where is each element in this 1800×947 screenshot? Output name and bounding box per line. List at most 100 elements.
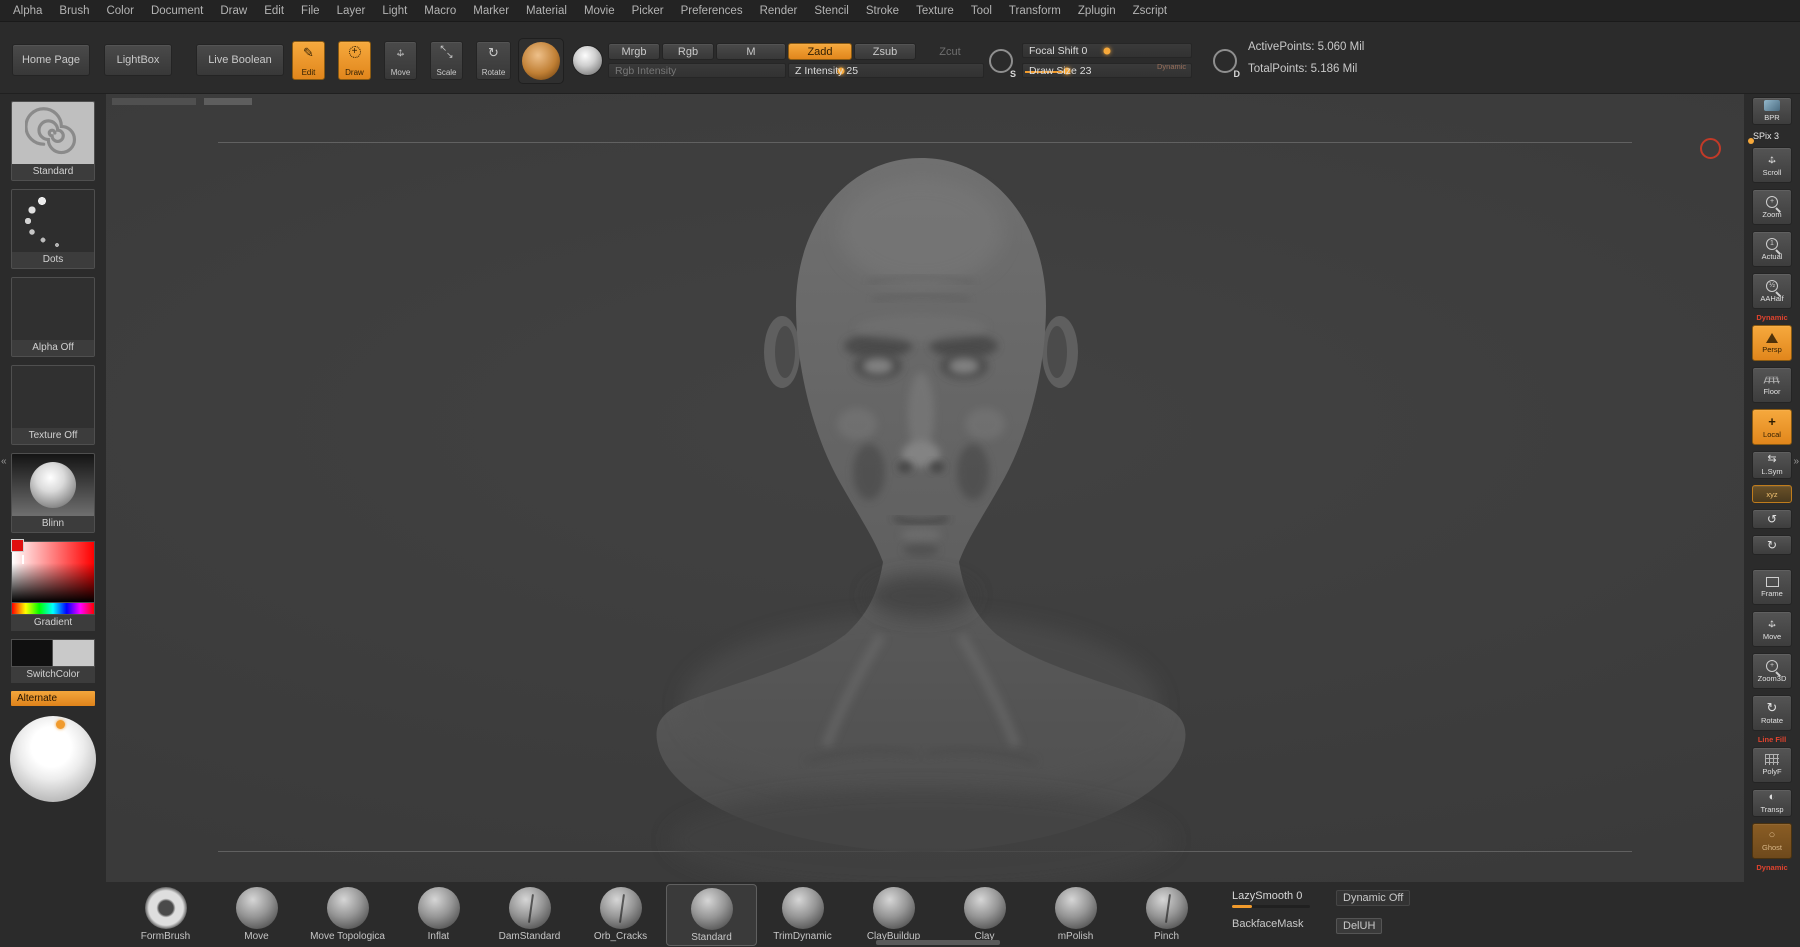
current-material-slot[interactable]: Blinn: [11, 453, 95, 533]
menu-item-material[interactable]: Material: [526, 5, 567, 17]
ghost-transparency-toggle[interactable]: Ghost: [1752, 823, 1792, 859]
menu-item-marker[interactable]: Marker: [473, 5, 509, 17]
tray-scrollbar[interactable]: [876, 940, 1000, 945]
brush-inflat[interactable]: Inflat: [393, 887, 484, 942]
rgb-button[interactable]: Rgb: [662, 43, 714, 60]
left-panel-toggle[interactable]: [1, 456, 7, 467]
scale-gizmo-button[interactable]: Scale: [430, 41, 463, 80]
current-stroke-slot[interactable]: Dots: [11, 189, 95, 269]
perspective-toggle[interactable]: Persp: [1752, 325, 1792, 361]
spin-right-button[interactable]: [1752, 535, 1792, 555]
secondary-color-swatch[interactable]: [53, 639, 95, 667]
brush-trimdynamic[interactable]: TrimDynamic: [757, 887, 848, 942]
menu-item-render[interactable]: Render: [760, 5, 798, 17]
move-gizmo-button[interactable]: Move: [384, 41, 417, 80]
brush-move[interactable]: Move: [211, 887, 302, 942]
home-page-button[interactable]: Home Page: [12, 44, 90, 76]
menu-item-movie[interactable]: Movie: [584, 5, 615, 17]
brush-move-topological[interactable]: Move Topologica: [302, 887, 393, 942]
mrgb-button[interactable]: Mrgb: [608, 43, 660, 60]
current-texture-slot[interactable]: Texture Off: [11, 365, 95, 445]
menu-item-file[interactable]: File: [301, 5, 320, 17]
current-brush-slot[interactable]: Standard: [11, 101, 95, 181]
z-intensity-slider[interactable]: Z Intensity 25: [788, 63, 984, 78]
switch-color-widget[interactable]: SwitchColor: [11, 639, 95, 683]
xyz-rotation-toggle[interactable]: xyz: [1752, 485, 1792, 503]
zcut-button[interactable]: Zcut: [918, 43, 982, 60]
rgb-intensity-slider[interactable]: Rgb Intensity: [608, 63, 786, 78]
scroll-canvas-button[interactable]: Scroll: [1752, 147, 1792, 183]
menu-item-stroke[interactable]: Stroke: [866, 5, 899, 17]
menu-item-light[interactable]: Light: [382, 5, 407, 17]
menu-item-transform[interactable]: Transform: [1009, 5, 1061, 17]
lightbox-button[interactable]: LightBox: [104, 44, 172, 76]
current-alpha-slot[interactable]: Alpha Off: [11, 277, 95, 357]
brush-formbrush[interactable]: FormBrush: [120, 887, 211, 942]
sculpted-head-model[interactable]: [106, 94, 1744, 882]
menu-item-brush[interactable]: Brush: [59, 5, 89, 17]
transparency-toggle[interactable]: Transp: [1752, 789, 1792, 817]
slider-knob[interactable]: [1103, 47, 1111, 54]
menu-item-texture[interactable]: Texture: [916, 5, 954, 17]
current-material-preview[interactable]: [572, 45, 603, 76]
current-color-swatch[interactable]: [11, 539, 24, 552]
brush-damstandard[interactable]: DamStandard: [484, 887, 575, 942]
brush-standard[interactable]: Standard: [666, 884, 757, 946]
menu-item-preferences[interactable]: Preferences: [681, 5, 743, 17]
menu-item-document[interactable]: Document: [151, 5, 203, 17]
draw-size-dynamic-toggle[interactable]: Dynamic: [1157, 62, 1186, 71]
current-brush-preview[interactable]: [518, 38, 564, 84]
frame-mesh-button[interactable]: Frame: [1752, 569, 1792, 605]
rotate-gizmo-button[interactable]: Rotate: [476, 41, 511, 80]
brush-mpolish[interactable]: mPolish: [1030, 887, 1121, 942]
bpr-render-button[interactable]: BPR: [1752, 97, 1792, 125]
menu-item-layer[interactable]: Layer: [337, 5, 366, 17]
backfacemask-button[interactable]: BackfaceMask: [1232, 918, 1324, 934]
lazysmooth-slider[interactable]: LazySmooth 0: [1232, 890, 1324, 908]
local-symmetry-toggle[interactable]: L.Sym: [1752, 451, 1792, 479]
document-canvas[interactable]: [106, 94, 1744, 882]
focal-shift-slider[interactable]: Focal Shift 0: [1022, 43, 1192, 58]
m-button[interactable]: M: [716, 43, 786, 60]
spix-slider[interactable]: SPix 3: [1748, 131, 1793, 144]
zadd-button[interactable]: Zadd: [788, 43, 852, 60]
alternate-button[interactable]: Alternate: [11, 691, 95, 706]
zoom3d-button[interactable]: Zoom3D: [1752, 653, 1792, 689]
brush-pinch[interactable]: Pinch: [1121, 887, 1212, 942]
color-intensity-sphere[interactable]: [10, 716, 96, 802]
dynamic-subdiv-toggle[interactable]: D: [1210, 48, 1240, 79]
brush-clay[interactable]: Clay: [939, 887, 1030, 942]
sculptris-pro-toggle[interactable]: S: [986, 48, 1016, 79]
polyframe-toggle[interactable]: PolyF: [1752, 747, 1792, 783]
menu-item-zscript[interactable]: Zscript: [1133, 5, 1168, 17]
move-camera-button[interactable]: Move: [1752, 611, 1792, 647]
edit-button[interactable]: Edit: [292, 41, 325, 80]
menu-item-edit[interactable]: Edit: [264, 5, 284, 17]
local-transform-toggle[interactable]: Local: [1752, 409, 1792, 445]
hue-strip[interactable]: [11, 603, 95, 615]
menu-item-picker[interactable]: Picker: [632, 5, 664, 17]
live-boolean-button[interactable]: Live Boolean: [196, 44, 284, 76]
zsub-button[interactable]: Zsub: [854, 43, 916, 60]
draw-button[interactable]: Draw: [338, 41, 371, 80]
rotate-camera-button[interactable]: Rotate: [1752, 695, 1792, 731]
menu-item-draw[interactable]: Draw: [220, 5, 247, 17]
aahalf-button[interactable]: AAHalf: [1752, 273, 1792, 309]
actual-size-button[interactable]: Actual: [1752, 231, 1792, 267]
brush-claybuildup[interactable]: ClayBuildup: [848, 887, 939, 942]
dynamic-off-button[interactable]: Dynamic Off: [1336, 890, 1411, 906]
brush-orb-cracks[interactable]: Orb_Cracks: [575, 887, 666, 942]
menu-item-stencil[interactable]: Stencil: [814, 5, 849, 17]
menu-item-color[interactable]: Color: [106, 5, 133, 17]
menu-item-tool[interactable]: Tool: [971, 5, 992, 17]
main-color-swatch[interactable]: [11, 639, 53, 667]
color-picker[interactable]: Gradient: [11, 539, 95, 631]
lazysmooth-track[interactable]: [1232, 905, 1310, 908]
spin-left-button[interactable]: [1752, 509, 1792, 529]
menu-item-zplugin[interactable]: Zplugin: [1078, 5, 1116, 17]
deluh-button[interactable]: DelUH: [1336, 918, 1383, 934]
menu-item-alpha[interactable]: Alpha: [13, 5, 42, 17]
floor-grid-toggle[interactable]: Floor: [1752, 367, 1792, 403]
right-panel-toggle[interactable]: [1793, 456, 1799, 467]
zoom-canvas-button[interactable]: Zoom: [1752, 189, 1792, 225]
